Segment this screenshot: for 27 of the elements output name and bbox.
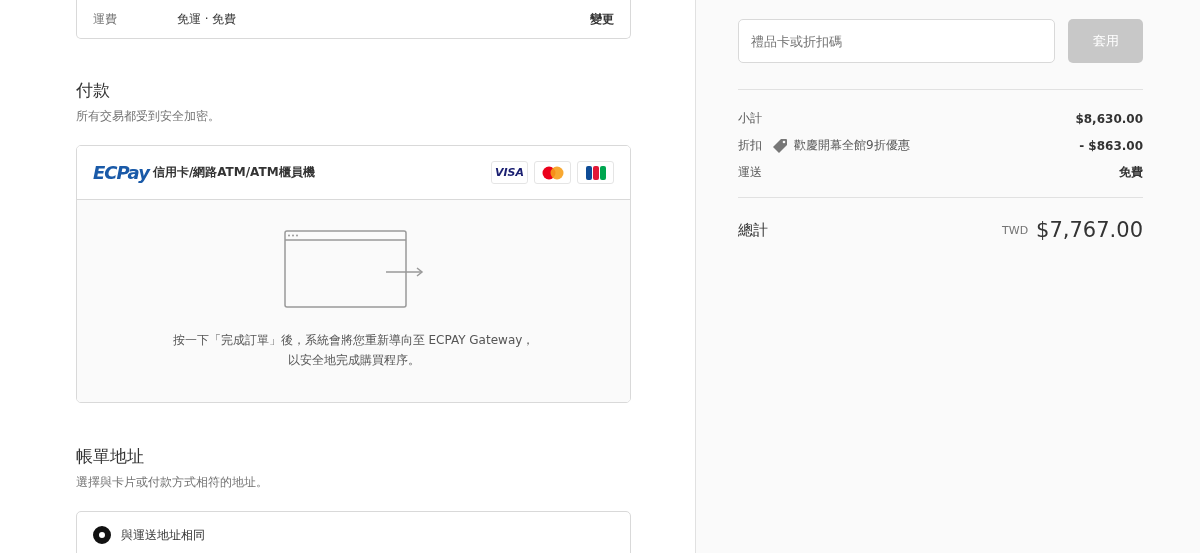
- change-link[interactable]: 變更: [590, 10, 614, 28]
- summary-amount: $8,630.00: [1075, 111, 1143, 126]
- summary-label: 小計: [738, 110, 762, 127]
- currency-code: TWD: [1002, 223, 1029, 237]
- discount-tag: 歡慶開幕全館9折優惠: [794, 137, 1080, 154]
- section-title: 付款: [76, 79, 111, 102]
- shipping-label: 運費: [93, 10, 118, 28]
- ecpay-logo: ECPay: [93, 162, 149, 183]
- section-title: 帳單地址: [76, 445, 145, 468]
- tag-icon: [772, 137, 788, 154]
- total-label: 總計: [738, 220, 769, 240]
- mastercard-logo: [534, 161, 571, 184]
- jcb-logo: [577, 161, 614, 184]
- payment-method-label: 信用卡/網路ATM/ATM櫃員機: [152, 164, 316, 181]
- total-amount: $7,767.00: [1036, 218, 1143, 242]
- visa-logo: VISA: [491, 161, 528, 184]
- summary-amount: - $863.00: [1079, 138, 1143, 153]
- summary-label: 運送: [738, 164, 762, 181]
- section-subtitle: 所有交易都受到安全加密。: [76, 108, 221, 125]
- summary-amount: 免費: [1119, 164, 1143, 181]
- section-subtitle: 選擇與卡片或付款方式相符的地址。: [76, 474, 269, 491]
- radio-button[interactable]: [93, 526, 111, 544]
- summary-label: 折扣: [738, 137, 762, 154]
- option-label: 與運送地址相同: [121, 527, 205, 544]
- shipping-value: 免運 · 免費: [177, 10, 238, 28]
- browser-redirect-icon: [283, 230, 424, 308]
- redirect-note: 按一下「完成訂單」後，系統會將您重新導向至 ECPAY Gateway， 以安全地完成購買程序。: [172, 332, 535, 369]
